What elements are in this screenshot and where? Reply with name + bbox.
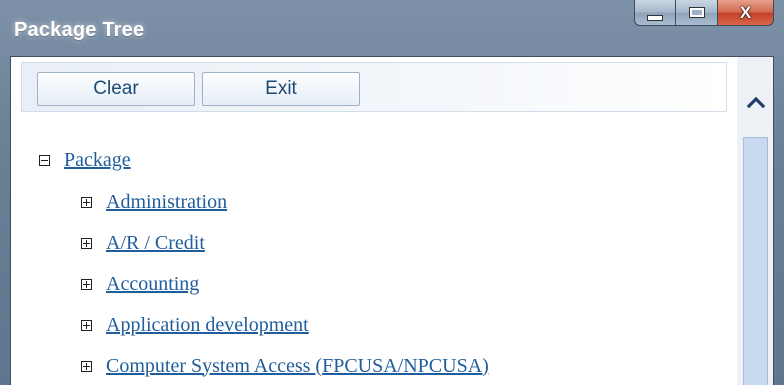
exit-button[interactable]: Exit — [202, 72, 360, 106]
content-pane: Clear Exit Package Administration A/R / … — [11, 57, 737, 385]
close-button[interactable]: X — [718, 0, 774, 26]
tree-link-computer-system-access[interactable]: Computer System Access (FPCUSA/NPCUSA) — [106, 355, 489, 378]
minus-box-icon[interactable] — [39, 154, 50, 166]
tree-link-ar-credit[interactable]: A/R / Credit — [106, 232, 205, 255]
plus-box-icon[interactable] — [81, 278, 92, 290]
clear-button[interactable]: Clear — [37, 72, 195, 106]
minimize-icon — [647, 14, 663, 21]
tree-link-application-development[interactable]: Application development — [106, 314, 309, 337]
tree-link-administration[interactable]: Administration — [106, 191, 227, 214]
chevron-up-icon — [746, 96, 765, 108]
plus-box-icon[interactable] — [81, 319, 92, 331]
scroll-thumb[interactable] — [743, 137, 768, 385]
toolbar: Clear Exit — [21, 62, 727, 112]
window-title: Package Tree — [14, 19, 145, 41]
package-tree-window: Package Tree X Clear Exit Package Admini… — [0, 0, 784, 385]
client-area: Clear Exit Package Administration A/R / … — [10, 56, 774, 385]
scroll-up-button[interactable] — [737, 87, 773, 117]
maximize-button[interactable] — [676, 0, 718, 26]
maximize-icon — [688, 7, 705, 18]
plus-box-icon[interactable] — [81, 196, 92, 208]
tree-node-computer-system-access: Computer System Access (FPCUSA/NPCUSA) — [81, 352, 489, 380]
title-bar[interactable]: Package Tree X — [0, 0, 784, 56]
tree-node-administration: Administration — [81, 188, 227, 216]
vertical-scrollbar[interactable] — [737, 57, 773, 385]
minimize-button[interactable] — [634, 0, 676, 26]
tree-node-accounting: Accounting — [81, 270, 199, 298]
tree-link-package[interactable]: Package — [64, 149, 131, 172]
tree-link-accounting[interactable]: Accounting — [106, 273, 199, 296]
plus-box-icon[interactable] — [81, 360, 92, 372]
tree-node-application-development: Application development — [81, 311, 309, 339]
tree-node-package: Package — [39, 146, 131, 174]
plus-box-icon[interactable] — [81, 237, 92, 249]
tree-node-ar-credit: A/R / Credit — [81, 229, 205, 257]
window-controls: X — [634, 0, 774, 26]
close-icon: X — [739, 3, 752, 22]
